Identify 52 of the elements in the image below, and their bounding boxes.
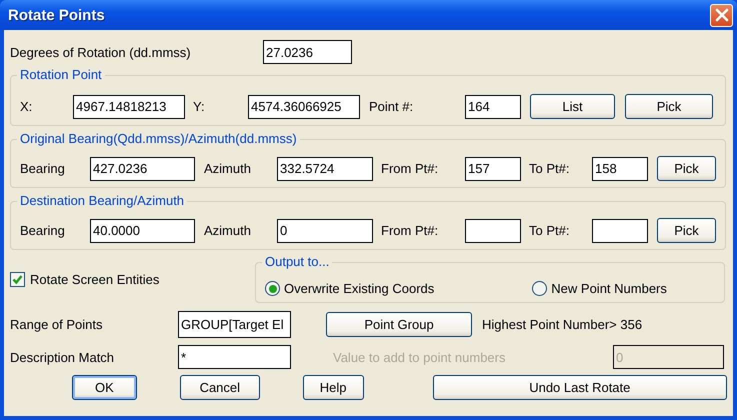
- cancel-button[interactable]: Cancel: [180, 375, 260, 400]
- group-title: Original Bearing(Qdd.mmss)/Azimuth(dd.mmss): [17, 131, 300, 146]
- to-point-label: To Pt#:: [529, 223, 570, 238]
- window-title: Rotate Points: [8, 6, 105, 24]
- group-title: Output to...: [262, 254, 332, 269]
- bearing-label: Bearing: [20, 161, 66, 176]
- group-title: Destination Bearing/Azimuth: [17, 193, 188, 208]
- description-field[interactable]: *: [178, 345, 291, 369]
- point-number-label: Point #:: [369, 99, 414, 114]
- range-label: Range of Points: [10, 317, 104, 332]
- group-title: Rotation Point: [17, 67, 105, 82]
- radio-button[interactable]: [532, 281, 548, 296]
- pick-button[interactable]: Pick: [657, 218, 716, 243]
- close-icon: [714, 8, 728, 22]
- point-number-field[interactable]: 164: [465, 94, 521, 118]
- azimuth-field[interactable]: 332.5724: [277, 156, 373, 180]
- x-label: X:: [20, 99, 34, 114]
- radio-label: Overwrite Existing Coords: [284, 281, 434, 296]
- x-field[interactable]: 4967.14818213: [73, 94, 185, 118]
- to-point-field[interactable]: 158: [592, 156, 648, 180]
- highest-point-text: Highest Point Number> 356: [482, 317, 642, 332]
- checkbox-label: Rotate Screen Entities: [30, 272, 160, 287]
- close-button[interactable]: [710, 4, 733, 26]
- pick-button[interactable]: Pick: [625, 94, 713, 119]
- undo-button[interactable]: Undo Last Rotate: [432, 375, 727, 400]
- bearing-field[interactable]: 40.0000: [90, 218, 195, 242]
- azimuth-label: Azimuth: [204, 223, 252, 238]
- from-point-label: From Pt#:: [381, 223, 440, 238]
- to-point-label: To Pt#:: [529, 161, 570, 176]
- range-field[interactable]: GROUP[Target El: [178, 311, 291, 338]
- degrees-field[interactable]: 27.0236: [263, 40, 352, 64]
- radio-button[interactable]: [265, 281, 280, 296]
- value-to-add-label: Value to add to point numbers: [333, 350, 506, 364]
- from-point-label: From Pt#:: [381, 161, 440, 176]
- to-point-field[interactable]: [592, 218, 648, 242]
- radio-label: New Point Numbers: [551, 281, 667, 296]
- help-button[interactable]: Help: [302, 375, 364, 400]
- description-label: Description Match: [10, 350, 116, 364]
- degrees-label: Degrees of Rotation (dd.mmss): [10, 44, 192, 60]
- from-point-field[interactable]: 157: [465, 156, 521, 180]
- y-label: Y:: [193, 99, 206, 114]
- bearing-field[interactable]: 427.0236: [90, 156, 195, 180]
- pick-button[interactable]: Pick: [657, 156, 716, 181]
- bearing-label: Bearing: [20, 223, 66, 238]
- y-field[interactable]: 4574.36066925: [248, 94, 360, 118]
- from-point-field[interactable]: [465, 218, 521, 242]
- checkbox[interactable]: [10, 272, 25, 287]
- ok-button[interactable]: OK: [72, 375, 137, 400]
- point-group-button[interactable]: Point Group: [326, 312, 472, 337]
- azimuth-field[interactable]: 0: [277, 218, 373, 242]
- azimuth-label: Azimuth: [204, 161, 252, 176]
- list-button[interactable]: List: [530, 94, 615, 119]
